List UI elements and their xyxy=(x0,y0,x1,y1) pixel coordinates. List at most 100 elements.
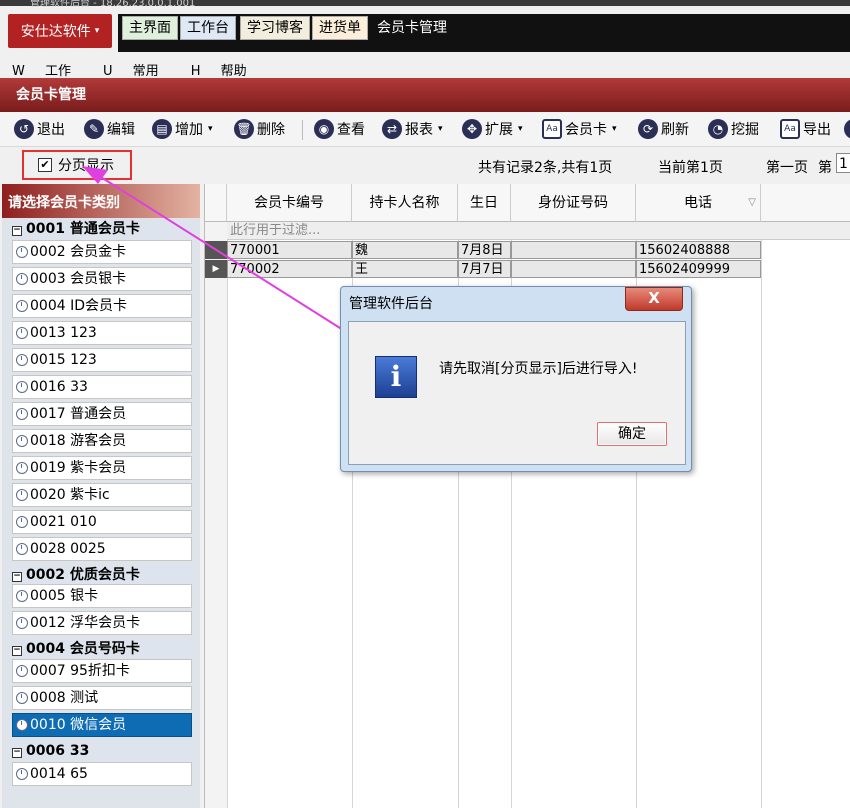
menu-help[interactable]: H 帮助 xyxy=(185,64,257,79)
clock-icon xyxy=(16,768,28,780)
category-item[interactable]: 0014 65 xyxy=(12,762,192,786)
clock-icon xyxy=(16,516,28,528)
table-cell[interactable] xyxy=(511,260,636,278)
category-group[interactable]: −0002 优质会员卡 xyxy=(10,566,194,584)
clock-icon xyxy=(16,273,28,285)
column-header-card-no[interactable]: 会员卡编号 xyxy=(227,184,352,222)
row-indicator[interactable] xyxy=(205,241,227,259)
category-item[interactable]: 0013 123 xyxy=(12,321,192,345)
table-cell[interactable]: 770001 xyxy=(227,241,352,259)
filter-row[interactable]: 此行用于过滤... xyxy=(227,222,850,240)
paging-checkbox[interactable]: ✔ 分页显示 xyxy=(22,150,132,180)
clock-icon xyxy=(16,435,28,447)
app-menu-label: 安仕达软件 xyxy=(20,24,91,40)
clock-icon xyxy=(16,590,28,602)
view-button[interactable]: ◉ 查看 xyxy=(314,116,365,142)
category-group[interactable]: −0006 33 xyxy=(10,742,194,760)
refresh-button[interactable]: ⟳ 刷新 xyxy=(638,116,689,142)
lifebuoy-icon: ✥ xyxy=(462,119,482,139)
table-cell[interactable]: 7月8日 xyxy=(458,241,511,259)
more-icon[interactable] xyxy=(844,116,850,142)
table-cell[interactable]: 15602409999 xyxy=(636,260,761,278)
category-item[interactable]: 0018 游客会员 xyxy=(12,429,192,453)
category-item[interactable]: 0016 33 xyxy=(12,375,192,399)
toolbar-divider xyxy=(302,120,303,140)
category-item[interactable]: 0021 010 xyxy=(12,510,192,534)
close-button[interactable]: X xyxy=(625,287,683,311)
filter-icon[interactable]: ▽ xyxy=(748,184,756,222)
dropdown-caret-icon: ▾ xyxy=(208,124,213,134)
tab-member-card[interactable]: 会员卡管理 xyxy=(370,16,454,40)
category-group[interactable]: −0001 普通会员卡 xyxy=(10,220,194,238)
exit-icon: ↺ xyxy=(14,119,34,139)
edit-button[interactable]: ✎ 编辑 xyxy=(84,116,135,142)
page-number-input[interactable]: 1 xyxy=(836,153,850,173)
collapse-icon[interactable]: − xyxy=(12,572,22,582)
column-header-id-number[interactable]: 身份证号码 xyxy=(511,184,636,222)
delete-button[interactable]: 🗑 删除 xyxy=(234,116,285,142)
category-item[interactable]: 0002 会员金卡 xyxy=(12,240,192,264)
category-group[interactable]: −0004 会员号码卡 xyxy=(10,640,194,658)
report-button[interactable]: ⇄ 报表 ▾ xyxy=(382,116,443,142)
toolbar: ↺ 退出 ✎ 编辑 ▤ 增加 ▾ 🗑 删除 ◉ 查看 ⇄ 报表 ▾ ✥ 扩展 ▾ Aa 会员卡 ▾ ⟳ 刷… xyxy=(0,112,850,147)
category-item[interactable]: 0015 123 xyxy=(12,348,192,372)
export-icon: Aa xyxy=(780,119,800,139)
member-card-button[interactable]: Aa 会员卡 ▾ xyxy=(542,116,617,142)
mine-button[interactable]: ◔ 挖掘 xyxy=(708,116,759,142)
category-item[interactable]: 0007 95折扣卡 xyxy=(12,659,192,683)
table-cell[interactable]: 15602408888 xyxy=(636,241,761,259)
clock-icon xyxy=(16,408,28,420)
dropdown-caret-icon: ▾ xyxy=(518,124,523,134)
grid-line xyxy=(227,222,228,808)
collapse-icon[interactable]: − xyxy=(12,226,22,236)
extend-button[interactable]: ✥ 扩展 ▾ xyxy=(462,116,523,142)
clock-icon xyxy=(16,246,28,258)
add-button[interactable]: ▤ 增加 ▾ xyxy=(152,116,213,142)
checkbox-icon[interactable]: ✔ xyxy=(38,158,52,172)
menu-bar: W 工作 U 常用 H 帮助 xyxy=(0,60,850,79)
column-header-holder[interactable]: 持卡人名称 xyxy=(352,184,458,222)
document-icon: ▤ xyxy=(152,119,172,139)
table-cell[interactable] xyxy=(511,241,636,259)
dialog-message: 请先取消[分页显示]后进行导入! xyxy=(439,361,638,377)
table-cell[interactable]: 王 xyxy=(352,260,458,278)
column-header-birthday[interactable]: 生日 xyxy=(458,184,511,222)
collapse-icon[interactable]: − xyxy=(12,748,22,758)
ok-button[interactable]: 确定 xyxy=(597,422,667,446)
category-item[interactable]: 0019 紫卡会员 xyxy=(12,456,192,480)
tab-workbench[interactable]: 工作台 xyxy=(180,16,236,40)
tab-purchase[interactable]: 进货单 xyxy=(312,16,368,40)
paging-row: ✔ 分页显示 共有记录2条,共有1页 当前第1页 第一页 第 1 xyxy=(0,148,850,182)
table-cell[interactable]: 770002 xyxy=(227,260,352,278)
tab-main[interactable]: 主界面 xyxy=(122,16,178,40)
menu-common[interactable]: U 常用 xyxy=(97,64,169,79)
category-item[interactable]: 0017 普通会员 xyxy=(12,402,192,426)
pencil-icon: ✎ xyxy=(84,119,104,139)
clock-icon xyxy=(16,462,28,474)
category-item[interactable]: 0012 浮华会员卡 xyxy=(12,611,192,635)
category-item[interactable]: 0020 紫卡ic xyxy=(12,483,192,507)
clock-icon xyxy=(16,300,28,312)
category-item[interactable]: 0008 测试 xyxy=(12,686,192,710)
clock-icon xyxy=(16,354,28,366)
category-item[interactable]: 0028 0025 xyxy=(12,537,192,561)
category-item[interactable]: 0004 ID会员卡 xyxy=(12,294,192,318)
category-item[interactable]: 0003 会员银卡 xyxy=(12,267,192,291)
clock-icon xyxy=(16,327,28,339)
table-cell[interactable]: 魏 xyxy=(352,241,458,259)
tab-blog[interactable]: 学习博客 xyxy=(240,16,310,40)
first-page-link[interactable]: 第一页 xyxy=(766,157,808,177)
table-cell[interactable]: 7月7日 xyxy=(458,260,511,278)
current-row-indicator[interactable]: ▶ xyxy=(205,260,227,278)
app-menu-button[interactable]: 安仕达软件 ▾ xyxy=(8,14,112,48)
exit-button[interactable]: ↺ 退出 xyxy=(14,116,65,142)
menu-work[interactable]: W 工作 xyxy=(6,64,81,79)
category-item-selected[interactable]: 0010 微信会员 xyxy=(12,713,192,737)
category-item[interactable]: 0005 银卡 xyxy=(12,584,192,608)
dropdown-caret-icon: ▾ xyxy=(438,124,443,134)
export-button[interactable]: Aa 导出 xyxy=(780,116,831,142)
pie-icon: ◔ xyxy=(708,119,728,139)
collapse-icon[interactable]: − xyxy=(12,646,22,656)
current-page: 当前第1页 xyxy=(658,160,723,176)
column-header-phone[interactable]: 电话 ▽ xyxy=(636,184,761,222)
